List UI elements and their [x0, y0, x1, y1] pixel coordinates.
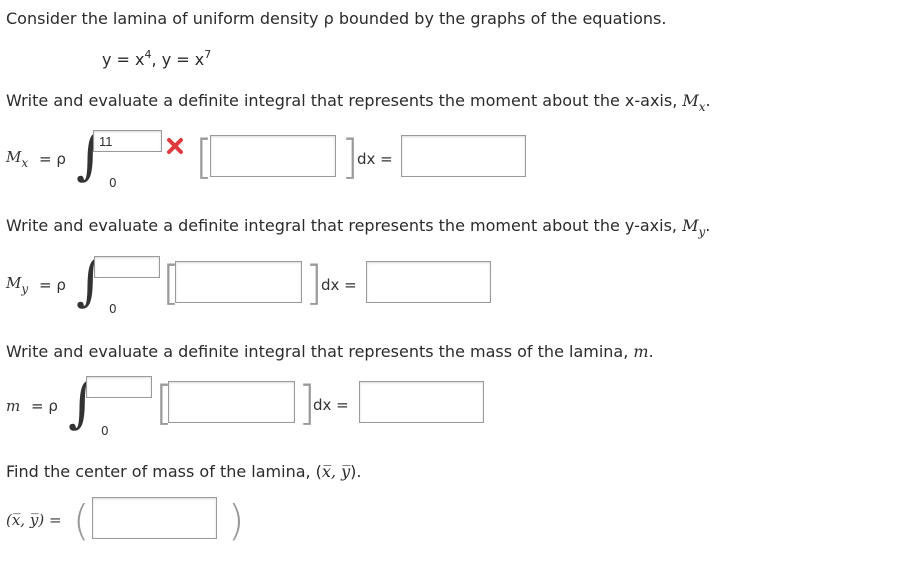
- mass-lhs: m: [6, 397, 21, 415]
- my-upper-limit-input[interactable]: [94, 256, 160, 278]
- my-lhs-subscript: y: [21, 282, 29, 296]
- mass-prompt-end: .: [648, 342, 654, 361]
- center-left-paren: (: [73, 496, 90, 545]
- mx-equals-rho: = ρ: [39, 150, 66, 168]
- center-prompt-text: Find the center of mass of the lamina, (: [6, 462, 322, 481]
- mass-upper-limit-input[interactable]: [86, 376, 152, 398]
- x-mark-icon: [167, 138, 183, 154]
- my-prompt: Write and evaluate a definite integral t…: [6, 216, 711, 239]
- center-prompt-end: ).: [350, 462, 362, 481]
- center-lhs: (x̅, y̅) =: [6, 511, 62, 529]
- mx-prompt: Write and evaluate a definite integral t…: [6, 91, 711, 114]
- mx-dx-label: dx =: [357, 150, 393, 168]
- mx-prompt-text: Write and evaluate a definite integral t…: [6, 91, 683, 110]
- mx-lhs-subscript: x: [21, 156, 29, 170]
- my-prompt-text: Write and evaluate a definite integral t…: [6, 216, 683, 235]
- center-of-mass-input[interactable]: [92, 497, 217, 539]
- mass-prompt-text: Write and evaluate a definite integral t…: [6, 342, 634, 361]
- my-equals-rho: = ρ: [39, 276, 66, 294]
- equation-2: y = x: [161, 50, 205, 69]
- my-result-input[interactable]: [366, 261, 491, 303]
- my-prompt-subscript: y: [698, 225, 706, 239]
- center-prompt: Find the center of mass of the lamina, (…: [6, 462, 361, 481]
- mass-prompt: Write and evaluate a definite integral t…: [6, 342, 654, 361]
- mx-prompt-end: .: [705, 91, 711, 110]
- mass-prompt-symbol: m: [633, 342, 649, 361]
- my-prompt-symbol: M: [682, 216, 699, 235]
- my-integrand-input[interactable]: [175, 261, 302, 303]
- mx-lhs: Mx: [6, 148, 28, 170]
- mass-dx-label: dx =: [313, 396, 349, 414]
- my-lhs: My: [6, 274, 28, 296]
- mx-prompt-symbol: M: [682, 91, 699, 110]
- my-dx-label: dx =: [321, 276, 357, 294]
- mass-integrand-input[interactable]: [168, 381, 295, 423]
- my-lhs-symbol: M: [6, 274, 22, 292]
- equation-1: y = x: [102, 50, 145, 69]
- equations: y = x4, y = x7: [102, 48, 212, 69]
- mass-result-input[interactable]: [359, 381, 484, 423]
- mass-lower-limit: 0: [101, 424, 109, 438]
- mx-prompt-subscript: x: [698, 100, 706, 114]
- mass-equals-rho: = ρ: [31, 397, 58, 415]
- my-prompt-end: .: [705, 216, 711, 235]
- mx-lower-limit: 0: [109, 176, 117, 190]
- center-prompt-symbol: x̅, y̅: [321, 462, 351, 481]
- intro-text: Consider the lamina of uniform density ρ…: [6, 9, 667, 28]
- equation-1-exponent: 4: [144, 48, 152, 61]
- my-lower-limit: 0: [109, 302, 117, 316]
- center-right-paren: ): [228, 496, 245, 545]
- equation-2-exponent: 7: [204, 48, 212, 61]
- mx-integrand-input[interactable]: [210, 135, 336, 177]
- equation-separator: ,: [151, 50, 162, 69]
- mx-upper-limit-input[interactable]: 11: [93, 130, 162, 152]
- mx-result-input[interactable]: [401, 135, 526, 177]
- mx-lhs-symbol: M: [6, 148, 22, 166]
